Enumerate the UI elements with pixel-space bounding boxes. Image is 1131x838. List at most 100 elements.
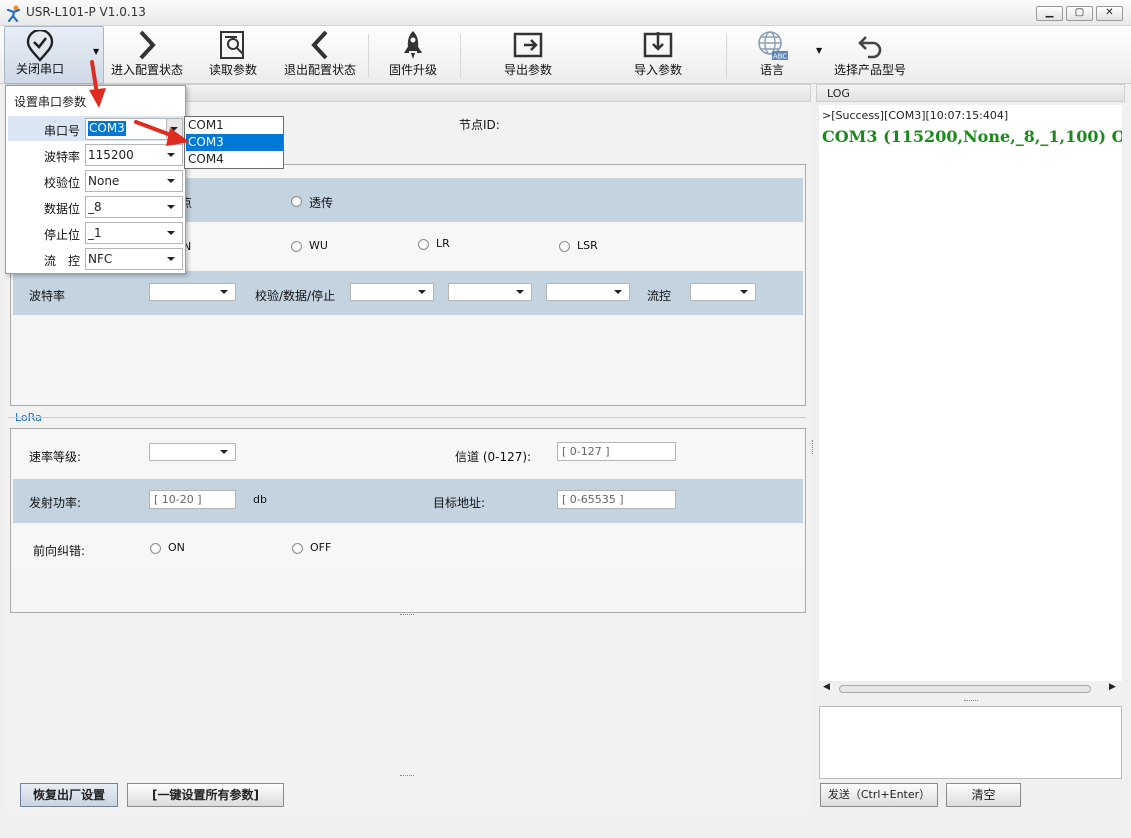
log-header: LOG xyxy=(816,84,1125,102)
fec-on-label: ON xyxy=(168,541,185,554)
export-icon xyxy=(513,32,543,58)
close-port-button[interactable]: 关闭串口 ▼ xyxy=(4,26,104,84)
scroll-left-icon[interactable]: ◀ xyxy=(823,682,830,692)
chevron-down-icon xyxy=(740,290,748,294)
rocket-icon xyxy=(404,31,422,59)
popup-title: 设置串口参数 xyxy=(14,95,87,109)
toolbar: 关闭串口 ▼ 进入配置状态 读取参数 退出配置状态 固件升级 导出参数 导入参数… xyxy=(0,26,1131,84)
databits-select[interactable]: _8 xyxy=(85,196,183,218)
radio-lsr[interactable] xyxy=(559,241,570,252)
export-label: 导出参数 xyxy=(503,63,552,77)
set-all-params-button[interactable]: [一键设置所有参数] xyxy=(127,783,284,807)
channel-input[interactable]: [ 0-127 ] xyxy=(557,442,676,461)
stopbits-select[interactable]: _1 xyxy=(85,222,183,244)
language-button[interactable]: ABC 语言 ▼ xyxy=(742,26,822,84)
log-line: >[Success][COM3][10:07:15:404] xyxy=(822,109,1009,122)
checkmark-pin-icon xyxy=(26,30,54,62)
exit-config-label: 退出配置状态 xyxy=(283,63,356,77)
maximize-button[interactable]: ▢ xyxy=(1066,6,1093,21)
rate-select[interactable] xyxy=(149,443,236,461)
dropdown-caret-icon[interactable]: ▼ xyxy=(816,46,822,55)
port-select[interactable]: COM3 xyxy=(85,118,183,140)
firmware-upgrade-button[interactable]: 固件升级 xyxy=(380,26,446,84)
read-params-label: 读取参数 xyxy=(208,63,257,77)
target-label: 目标地址: xyxy=(433,496,486,510)
port-option[interactable]: COM1 xyxy=(186,117,283,134)
factory-reset-button[interactable]: 恢复出厂设置 xyxy=(20,783,118,807)
lsr-label: LSR xyxy=(577,239,598,252)
splitter-grip[interactable] xyxy=(964,700,978,703)
databits-label: 数据位 xyxy=(44,202,81,216)
parity-value: None xyxy=(88,174,120,188)
log-title: LOG xyxy=(827,87,850,100)
toolbar-separator xyxy=(368,34,369,78)
serial-parity-select[interactable] xyxy=(350,283,434,301)
select-model-button[interactable]: 选择产品型号 xyxy=(830,26,910,84)
power-unit: db xyxy=(253,493,267,506)
dropdown-caret-icon[interactable]: ▼ xyxy=(93,47,99,56)
radio-fec-off[interactable] xyxy=(292,543,303,554)
close-window-button[interactable]: ✕ xyxy=(1096,6,1123,21)
send-button[interactable]: 发送（Ctrl+Enter） xyxy=(820,783,938,807)
log-scrollbar[interactable]: ◀ ▶ xyxy=(819,682,1122,696)
chevron-down-icon xyxy=(167,153,175,157)
serial-flow-select[interactable] xyxy=(690,283,756,301)
enter-config-button[interactable]: 进入配置状态 xyxy=(106,26,188,84)
chevron-down-icon xyxy=(614,290,622,294)
select-model-label: 选择产品型号 xyxy=(833,63,906,77)
abc-badge: ABC xyxy=(773,53,787,61)
flow-value: NFC xyxy=(88,252,113,266)
serial-baud-label: 波特率 xyxy=(29,289,66,303)
send-textarea[interactable] xyxy=(819,706,1122,779)
serial-stopbits-select[interactable] xyxy=(546,283,630,301)
splitter-grip[interactable] xyxy=(400,614,414,617)
channel-label: 信道 (0-127): xyxy=(455,450,532,464)
vertical-splitter[interactable] xyxy=(812,440,814,454)
lora-power-row: 发射功率: [ 10-20 ] db 目标地址: [ 0-65535 ] xyxy=(13,479,803,523)
port-option[interactable]: COM4 xyxy=(186,151,283,168)
fec-label: 前向纠错: xyxy=(33,544,86,558)
serial-databits-select[interactable] xyxy=(448,283,532,301)
chevron-down-icon xyxy=(516,290,524,294)
log-output: >[Success][COM3][10:07:15:404] COM3 (115… xyxy=(819,105,1122,681)
target-input[interactable]: [ 0-65535 ] xyxy=(557,490,676,509)
transparent-label: 透传 xyxy=(309,196,334,210)
radio-transparent[interactable] xyxy=(291,196,302,207)
serial-parity-label: 校验/数据/停止 xyxy=(255,289,336,303)
toolbar-separator xyxy=(460,34,461,78)
scrollbar-thumb[interactable] xyxy=(839,685,1091,693)
power-input[interactable]: [ 10-20 ] xyxy=(149,490,236,509)
port-value: COM3 xyxy=(88,121,126,136)
splitter-grip[interactable] xyxy=(400,775,414,778)
toolbar-separator xyxy=(726,34,727,78)
radio-wu[interactable] xyxy=(291,241,302,252)
lora-fec-row: 前向纠错: ON OFF xyxy=(13,525,803,568)
radio-fec-on[interactable] xyxy=(150,543,161,554)
baud-select[interactable]: 115200 xyxy=(85,144,183,166)
export-params-button[interactable]: 导出参数 xyxy=(490,26,566,84)
title-bar: USR-L101-P V1.0.13 ▁ ▢ ✕ xyxy=(0,0,1131,26)
parity-select[interactable]: None xyxy=(85,170,183,192)
lora-divider xyxy=(8,417,806,418)
parity-label: 校验位 xyxy=(44,176,81,190)
undo-arrow-icon xyxy=(858,36,882,59)
chevron-down-icon xyxy=(220,450,228,454)
port-dropdown-button[interactable] xyxy=(166,119,182,139)
import-icon xyxy=(643,32,673,58)
port-dropdown-list: COM1 COM3 COM4 xyxy=(184,116,284,169)
radio-lr[interactable] xyxy=(418,239,429,250)
clear-log-button[interactable]: 清空 xyxy=(946,783,1021,807)
serial-settings-popup: 设置串口参数 串口号 COM3 波特率 115200 校验位 None 数据位 … xyxy=(5,85,186,274)
document-search-icon xyxy=(220,31,244,59)
serial-baud-select[interactable] xyxy=(149,283,236,301)
read-params-button[interactable]: 读取参数 xyxy=(196,26,270,84)
exit-config-button[interactable]: 退出配置状态 xyxy=(278,26,362,84)
flow-select[interactable]: NFC xyxy=(85,248,183,270)
databits-value: _8 xyxy=(88,200,102,214)
import-params-button[interactable]: 导入参数 xyxy=(620,26,696,84)
minimize-button[interactable]: ▁ xyxy=(1036,6,1063,21)
scroll-right-icon[interactable]: ▶ xyxy=(1109,682,1116,692)
chevron-left-icon xyxy=(311,30,328,60)
firmware-label: 固件升级 xyxy=(388,63,437,77)
port-option-selected[interactable]: COM3 xyxy=(186,134,283,151)
